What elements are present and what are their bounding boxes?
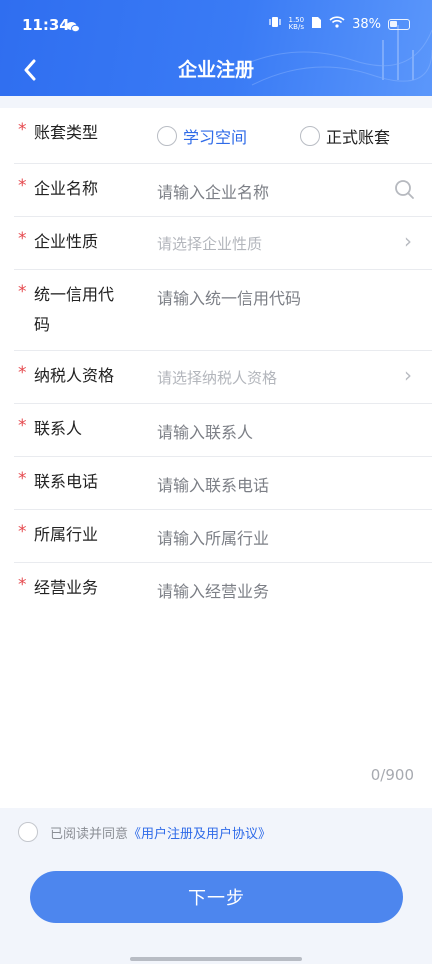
status-bar: 11:34 1.50 KB/s 38% xyxy=(0,0,432,48)
required-mark: * xyxy=(18,575,27,595)
industry-label: 所属行业 xyxy=(34,525,99,544)
required-mark: * xyxy=(18,363,27,383)
chevron-right-icon[interactable]: › xyxy=(404,229,412,253)
company-nature-label: 企业性质 xyxy=(34,232,99,251)
required-mark: * xyxy=(18,416,27,436)
radio-circle-icon xyxy=(157,126,177,146)
agreement-checkbox[interactable] xyxy=(18,822,38,842)
required-mark: * xyxy=(18,469,27,489)
phone-label: 联系电话 xyxy=(34,472,99,491)
row-company-nature[interactable]: * 企业性质 请选择企业性质 › xyxy=(14,217,432,270)
row-company-name[interactable]: * 企业名称 请输入企业名称 xyxy=(14,164,432,217)
radio-formal-account[interactable]: 正式账套 xyxy=(300,124,390,148)
company-nature-select[interactable]: 请选择企业性质 xyxy=(157,233,262,254)
chevron-right-icon[interactable]: › xyxy=(404,363,412,387)
search-icon[interactable] xyxy=(394,179,416,205)
agreement-link[interactable]: 《用户注册及用户协议》 xyxy=(128,823,271,842)
row-contact[interactable]: * 联系人 请输入联系人 xyxy=(14,404,432,457)
row-industry[interactable]: * 所属行业 请输入所属行业 xyxy=(14,510,432,563)
row-credit-code[interactable]: * 统一信用代 码 请输入统一信用代码 xyxy=(14,270,432,351)
vibrate-icon xyxy=(268,15,282,33)
next-step-button[interactable]: 下一步 xyxy=(30,871,403,923)
row-business[interactable]: * 经营业务 请输入经营业务 xyxy=(14,563,432,808)
char-counter: 0/900 xyxy=(370,766,414,784)
wechat-icon xyxy=(66,18,80,37)
sim-icon xyxy=(311,16,322,33)
required-mark: * xyxy=(18,522,27,542)
home-indicator[interactable] xyxy=(130,957,302,961)
status-time: 11:34 xyxy=(22,16,70,34)
contact-label: 联系人 xyxy=(34,419,83,438)
battery-icon xyxy=(388,18,410,30)
credit-code-label-line1: 统一信用代 xyxy=(34,285,115,304)
network-speed: 1.50 KB/s xyxy=(289,17,305,31)
business-label: 经营业务 xyxy=(34,578,99,597)
required-mark: * xyxy=(18,229,27,249)
radio-study-space-label: 学习空间 xyxy=(183,128,248,147)
required-mark: * xyxy=(18,176,27,196)
wifi-icon xyxy=(329,16,345,32)
phone-input[interactable]: 请输入联系电话 xyxy=(157,472,269,496)
credit-code-label-line2: 码 xyxy=(34,315,51,334)
credit-code-input[interactable]: 请输入统一信用代码 xyxy=(157,285,301,309)
taxpayer-select[interactable]: 请选择纳税人资格 xyxy=(157,367,277,388)
speed-unit: KB/s xyxy=(288,23,304,31)
row-account-type: * 账套类型 学习空间 正式账套 xyxy=(14,108,432,164)
row-taxpayer[interactable]: * 纳税人资格 请选择纳税人资格 › xyxy=(14,351,432,404)
row-phone[interactable]: * 联系电话 请输入联系电话 xyxy=(14,457,432,510)
agreement-row: 已阅读并同意 《用户注册及用户协议》 xyxy=(18,822,271,842)
required-mark: * xyxy=(18,282,27,302)
required-mark: * xyxy=(18,120,27,140)
registration-form: * 账套类型 学习空间 正式账套 * 企业名称 请输入企业名称 * 企业性质 请… xyxy=(0,108,432,808)
taxpayer-label: 纳税人资格 xyxy=(34,366,115,385)
industry-input[interactable]: 请输入所属行业 xyxy=(157,525,269,549)
header-bar: 11:34 1.50 KB/s 38% 企业注册 xyxy=(0,0,432,96)
contact-input[interactable]: 请输入联系人 xyxy=(157,419,253,443)
company-name-label: 企业名称 xyxy=(34,179,99,198)
company-name-input[interactable]: 请输入企业名称 xyxy=(157,179,269,203)
business-textarea[interactable]: 请输入经营业务 xyxy=(157,578,269,602)
battery-percent: 38% xyxy=(352,16,381,32)
page-title: 企业注册 xyxy=(177,59,254,81)
agreement-prefix: 已阅读并同意 xyxy=(50,826,129,842)
radio-study-space[interactable]: 学习空间 xyxy=(157,124,247,148)
account-type-label: 账套类型 xyxy=(34,123,99,142)
radio-circle-icon xyxy=(300,126,320,146)
radio-formal-account-label: 正式账套 xyxy=(326,128,391,147)
